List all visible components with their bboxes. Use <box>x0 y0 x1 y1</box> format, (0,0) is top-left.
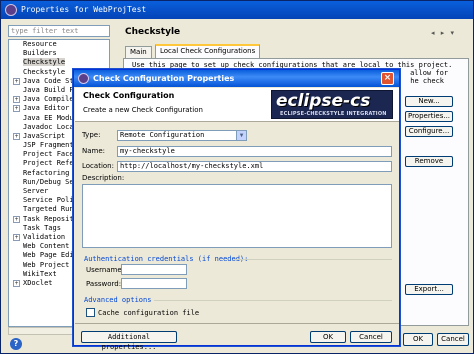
tree-item[interactable]: Resource <box>9 40 109 49</box>
tree-item-label: Server <box>23 187 49 195</box>
dialog-titlebar: Check Configuration Properties × <box>74 70 399 87</box>
password-input[interactable] <box>121 278 187 289</box>
check-configuration-dialog: Check Configuration Properties × Check C… <box>73 69 400 351</box>
banner-subtitle: Create a new Check Configuration <box>83 106 203 114</box>
advanced-group-divider <box>154 300 392 301</box>
banner-title: Check Configuration <box>83 91 175 100</box>
new-button[interactable]: New... <box>405 96 453 107</box>
remove-button[interactable]: Remove <box>405 156 453 167</box>
cache-checkbox-label: Cache configuration file <box>98 309 200 317</box>
logo-text: eclipse-cs <box>276 91 371 111</box>
tree-item-label: Javadoc Locat <box>23 122 78 131</box>
dropdown-arrow-icon[interactable]: ▼ <box>236 131 246 140</box>
tab-main[interactable]: Main <box>125 46 152 58</box>
tree-item[interactable]: Builders <box>9 49 109 58</box>
expand-icon[interactable]: + <box>13 233 20 241</box>
dialog-app-icon <box>78 73 89 84</box>
help-icon[interactable]: ? <box>10 338 22 350</box>
logo-subtext: ECLIPSE-CHECKSTYLE INTEGRATION <box>280 111 387 117</box>
type-select[interactable]: Remote Configuration ▼ <box>117 130 247 141</box>
tree-item-label: Builders <box>23 49 57 58</box>
name-label: Name: <box>82 147 106 155</box>
dialog-ok-button[interactable]: OK <box>310 331 346 343</box>
advanced-group-label: Advanced options <box>84 296 152 304</box>
dialog-cancel-button[interactable]: Cancel <box>350 331 392 343</box>
description-textarea[interactable] <box>82 184 392 248</box>
tree-item-label: XDoclet <box>23 278 53 287</box>
page-title: Checkstyle <box>125 27 181 37</box>
expand-icon[interactable]: + <box>13 279 20 287</box>
nav-arrows-icon[interactable]: ◂ ▸ ▾ <box>431 29 456 37</box>
auth-group-divider <box>234 259 392 260</box>
location-label: Location: <box>82 162 114 170</box>
tab-local-check-configurations[interactable]: Local Check Configurations <box>155 44 261 58</box>
tree-item-label: Validation <box>23 232 66 241</box>
expand-icon[interactable]: + <box>13 96 20 104</box>
tree-item-label: Java Editor <box>23 104 70 113</box>
app-icon <box>5 4 17 16</box>
description-label: Description: <box>82 174 125 182</box>
export-button[interactable]: Export... <box>405 284 453 295</box>
type-label: Type: <box>82 131 101 139</box>
expand-icon[interactable]: + <box>13 215 20 223</box>
auth-group-label: Authentication credentials (if needed): <box>84 255 249 263</box>
expand-icon[interactable]: + <box>13 77 20 85</box>
eclipse-cs-logo: eclipse-cs ECLIPSE-CHECKSTYLE INTEGRATIO… <box>271 90 393 119</box>
tree-item-label: JavaScript <box>23 131 66 140</box>
tree-item-label: Project Refer <box>23 159 78 168</box>
name-input[interactable]: my-checkstyle <box>117 146 392 157</box>
tree-item-label: Task Tags <box>23 223 61 232</box>
cache-checkbox[interactable] <box>86 308 95 317</box>
username-input[interactable] <box>121 264 187 275</box>
tree-item-label: Checkstyle <box>23 58 66 67</box>
properties-titlebar: Properties for WebProjTest <box>1 1 473 19</box>
dialog-banner: Check Configuration Create a new Check C… <box>75 88 399 122</box>
username-label: Username: <box>86 266 125 274</box>
tree-item-label: Java Compiler <box>23 95 78 104</box>
properties-button[interactable]: Properties... <box>405 111 453 122</box>
expand-icon[interactable]: + <box>13 132 20 140</box>
tree-item-label: Checkstyle <box>23 67 66 76</box>
dialog-title: Check Configuration Properties <box>93 74 235 83</box>
expand-icon[interactable]: + <box>13 105 20 113</box>
close-icon[interactable]: × <box>381 72 394 85</box>
password-label: Password: <box>86 280 122 288</box>
tree-item[interactable]: Checkstyle <box>9 58 109 67</box>
location-input[interactable]: http://localhost/my-checkstyle.xml <box>117 161 392 172</box>
configure-button[interactable]: Configure... <box>405 126 453 137</box>
type-value: Remote Configuration <box>120 131 205 139</box>
description-line: Use this page to set up check configurat… <box>132 61 453 69</box>
additional-properties-button[interactable]: Additional properties... <box>81 331 177 351</box>
tree-item-label: JSP Fragment <box>23 141 74 150</box>
tree-item-label: Resource <box>23 40 57 48</box>
outer-ok-button[interactable]: OK <box>403 333 433 346</box>
tree-item-label: WikiText <box>23 269 57 278</box>
filter-input[interactable]: type filter text <box>8 25 110 37</box>
properties-title: Properties for WebProjTest <box>21 5 147 14</box>
dialog-button-divider <box>75 323 399 324</box>
outer-cancel-button[interactable]: Cancel <box>437 333 469 346</box>
